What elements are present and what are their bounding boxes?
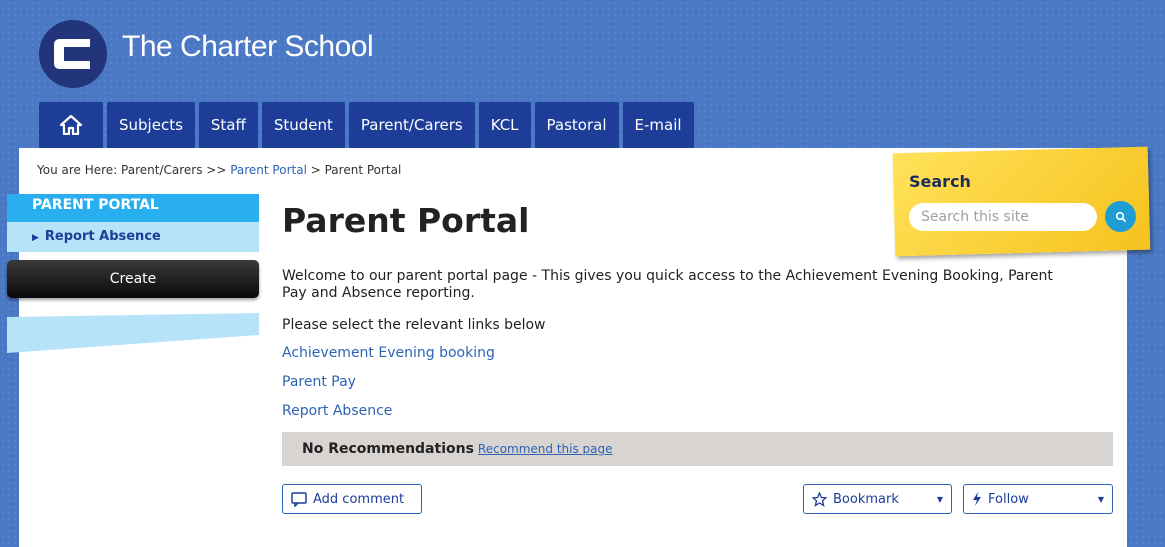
nav-tab-subjects[interactable]: Subjects — [107, 102, 195, 148]
recommendation-status: No Recommendations — [302, 441, 474, 457]
school-logo[interactable] — [39, 20, 107, 88]
create-button[interactable]: Create — [7, 260, 259, 298]
add-comment-button[interactable]: Add comment — [282, 484, 422, 514]
comment-icon — [291, 491, 307, 507]
intro-text: Welcome to our parent portal page - This… — [282, 268, 1053, 301]
add-comment-label: Add comment — [313, 491, 405, 507]
nav-tab-pastoral[interactable]: Pastoral — [534, 102, 619, 148]
nav-tab-staff[interactable]: Staff — [198, 102, 258, 148]
lightning-icon — [973, 492, 981, 506]
caret-right-icon: ▶ — [32, 233, 39, 243]
bookmark-button[interactable]: Bookmark ▼ — [803, 484, 952, 514]
logo-c-icon — [54, 39, 90, 69]
nav-home-tab[interactable] — [39, 102, 103, 148]
breadcrumb-current: Parent Portal — [324, 163, 402, 177]
search-label: Search — [909, 172, 971, 191]
link-achievement-evening-booking[interactable]: Achievement Evening booking — [282, 345, 495, 361]
main-nav: Subjects Staff Student Parent/Carers KCL… — [39, 102, 694, 148]
link-report-absence[interactable]: Report Absence — [282, 403, 392, 419]
search-button[interactable] — [1105, 201, 1136, 232]
bookmark-label: Bookmark — [833, 491, 899, 507]
chevron-down-icon: ▼ — [1097, 494, 1104, 504]
search-icon — [1115, 211, 1126, 222]
leftnav-item-label: Report Absence — [44, 229, 161, 244]
nav-tab-student[interactable]: Student — [261, 102, 345, 148]
page-title: Parent Portal — [282, 201, 530, 240]
search-panel — [892, 146, 1151, 257]
breadcrumb: You are Here: Parent/Carers >> Parent Po… — [37, 163, 401, 177]
recommend-page-link[interactable]: Recommend this page — [478, 442, 613, 456]
nav-tab-kcl[interactable]: KCL — [478, 102, 531, 148]
search-input[interactable] — [909, 203, 1097, 231]
nav-tab-parent-carers[interactable]: Parent/Carers — [348, 102, 475, 148]
link-parent-pay[interactable]: Parent Pay — [282, 374, 356, 390]
breadcrumb-link-parent-portal[interactable]: Parent Portal — [230, 163, 307, 177]
star-icon — [812, 491, 827, 507]
breadcrumb-prefix: You are Here: Parent/Carers >> — [37, 163, 231, 177]
decorative-ribbon — [7, 313, 259, 353]
leftnav-heading[interactable]: PARENT PORTAL — [7, 194, 259, 222]
breadcrumb-separator: > — [306, 163, 325, 177]
leftnav-item-report-absence[interactable]: ▶ Report Absence — [7, 222, 259, 252]
chevron-down-icon: ▼ — [936, 494, 943, 504]
recommendation-bar: No Recommendations Recommend this page — [282, 432, 1113, 466]
site-title[interactable]: The Charter School — [122, 30, 374, 64]
home-icon — [60, 115, 82, 135]
select-links-text: Please select the relevant links below — [282, 317, 546, 333]
follow-button[interactable]: Follow ▼ — [963, 484, 1113, 514]
follow-label: Follow — [988, 491, 1029, 507]
nav-tab-email[interactable]: E-mail — [622, 102, 694, 148]
